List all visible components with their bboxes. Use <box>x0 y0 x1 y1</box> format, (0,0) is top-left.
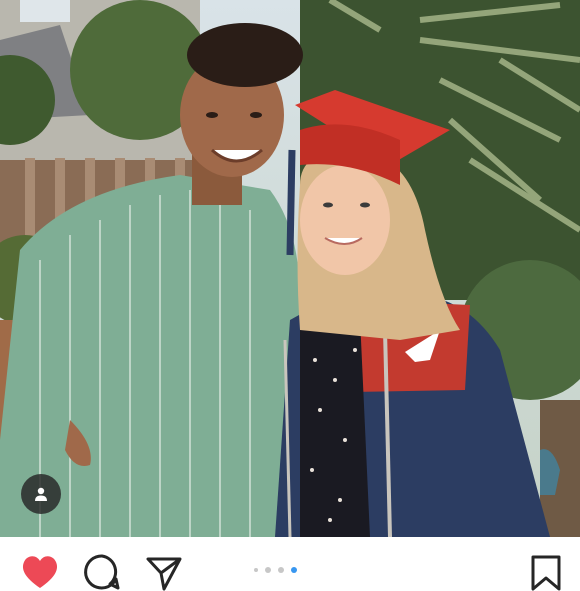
photo-illustration <box>0 0 580 537</box>
carousel-dot <box>265 567 271 573</box>
paper-plane-icon[interactable] <box>145 553 183 591</box>
bookmark-icon[interactable] <box>527 553 565 591</box>
user-icon <box>35 487 47 501</box>
comment-icon[interactable] <box>83 553 121 591</box>
post-photo[interactable] <box>0 0 580 537</box>
heart-icon[interactable] <box>21 553 59 591</box>
carousel-dot <box>254 568 258 572</box>
carousel-dot <box>278 567 284 573</box>
carousel-indicator <box>254 567 297 573</box>
tag-people-button[interactable] <box>21 474 61 514</box>
post-action-bar <box>0 537 580 591</box>
carousel-dot-active <box>291 567 297 573</box>
